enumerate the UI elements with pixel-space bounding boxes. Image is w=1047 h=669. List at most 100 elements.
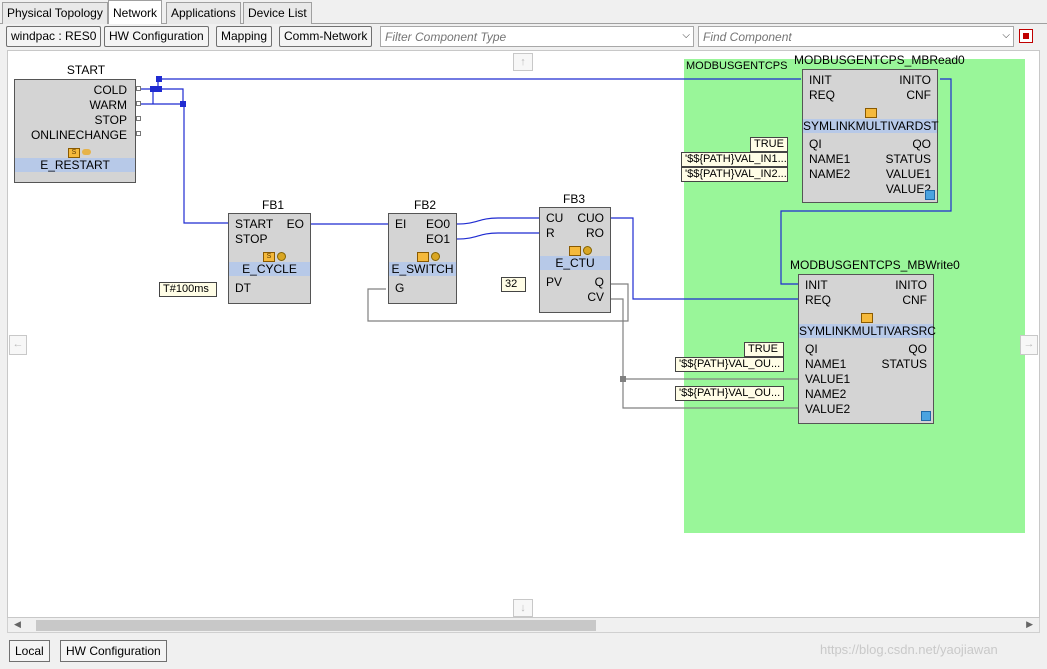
pin-ei[interactable]: EI <box>395 217 406 231</box>
block-instance-name: FB2 <box>413 198 436 212</box>
pin-dt[interactable]: DT <box>235 281 251 295</box>
tab-physical-topology[interactable]: Physical Topology <box>2 2 108 24</box>
scrollbar-thumb[interactable] <box>36 620 596 631</box>
gear-icon <box>277 252 286 261</box>
scroll-left-arrow-icon[interactable]: ◀ <box>14 619 21 630</box>
pin-status[interactable]: STATUS <box>881 357 927 371</box>
symlink-multivar-src-block[interactable]: INIT REQ INITO CNF SYMLINKMULTIVARSRC QI… <box>798 274 936 424</box>
g-adapter-icon <box>865 108 877 118</box>
pin-status[interactable]: STATUS <box>885 152 931 166</box>
chevron-down-icon[interactable]: ⌵ <box>682 30 690 41</box>
block-instance-name: FB1 <box>261 198 284 212</box>
block-type-name: E_SWITCH <box>389 262 456 276</box>
e-switch-block[interactable]: EI EO0 EO1 E_SWITCH G <box>388 213 457 304</box>
pin-cu[interactable]: CU <box>546 211 563 225</box>
pin-value1[interactable]: VALUE1 <box>805 372 850 386</box>
comm-network-button[interactable]: Comm-Network <box>279 26 373 47</box>
pin-g[interactable]: G <box>395 281 404 295</box>
pin-value1[interactable]: VALUE1 <box>886 167 931 181</box>
pin-cold[interactable]: COLD <box>94 83 127 97</box>
pin-stop[interactable]: STOP <box>235 232 267 246</box>
gear-icon <box>583 246 592 255</box>
param-name2-value[interactable]: '$${PATH}VAL_IN2... <box>681 167 788 182</box>
pin-eo[interactable]: EO <box>287 217 304 231</box>
pin-req[interactable]: REQ <box>805 293 831 307</box>
pin-start[interactable]: START <box>235 217 273 231</box>
scroll-right-arrow-icon[interactable]: ▶ <box>1026 619 1033 630</box>
pin-pv[interactable]: PV <box>546 275 562 289</box>
pin-value2[interactable]: VALUE2 <box>805 402 850 416</box>
pin-qo[interactable]: QO <box>912 137 931 151</box>
pin-name1[interactable]: NAME1 <box>809 152 850 166</box>
block-type-name: SYMLINKMULTIVARDST <box>803 119 939 133</box>
param-qi-value[interactable]: TRUE <box>750 137 788 152</box>
tab-device-list[interactable]: Device List <box>243 2 312 24</box>
block-instance-name: FB3 <box>562 192 585 206</box>
event-out-port[interactable] <box>136 116 141 121</box>
horizontal-scrollbar[interactable]: ◀ ▶ <box>7 618 1040 633</box>
hw-configuration-button[interactable]: HW Configuration <box>104 26 209 47</box>
event-wire-cuo-req <box>611 217 799 300</box>
pin-cv[interactable]: CV <box>587 290 604 304</box>
pin-r[interactable]: R <box>546 226 555 240</box>
filter-component-type-combo[interactable]: ⌵ <box>380 26 694 47</box>
event-out-port[interactable] <box>136 101 141 106</box>
param-qi-value[interactable]: TRUE <box>744 342 784 357</box>
pin-warm[interactable]: WARM <box>89 98 127 112</box>
resource-button[interactable]: windpac : RES0 <box>6 26 102 47</box>
tab-hw-configuration[interactable]: HW Configuration <box>60 640 167 662</box>
pin-name1[interactable]: NAME1 <box>805 357 846 371</box>
tab-local[interactable]: Local <box>9 640 50 662</box>
pin-cuo[interactable]: CUO <box>577 211 604 225</box>
chevron-down-icon[interactable]: ⌵ <box>1002 30 1010 41</box>
block-instance-name: MODBUSGENTCPS_MBRead0 <box>794 53 965 67</box>
param-pv-value[interactable]: 32 <box>501 277 526 292</box>
pin-eo0[interactable]: EO0 <box>426 217 450 231</box>
pin-qi[interactable]: QI <box>805 342 818 356</box>
block-instance-name: MODBUSGENTCPS_MBWrite0 <box>790 258 960 272</box>
pin-stop[interactable]: STOP <box>95 113 127 127</box>
filter-component-type-input[interactable] <box>381 27 673 46</box>
block-type-name: E_RESTART <box>15 158 135 172</box>
event-wire-eo1-r <box>456 232 539 240</box>
e-cycle-block[interactable]: START STOP EO S E_CYCLE DT <box>228 213 311 304</box>
pin-cnf[interactable]: CNF <box>906 88 931 102</box>
pin-q[interactable]: Q <box>595 275 604 289</box>
pin-qi[interactable]: QI <box>809 137 822 151</box>
pin-name2[interactable]: NAME2 <box>805 387 846 401</box>
param-name2-value[interactable]: '$${PATH}VAL_OU... <box>675 386 784 401</box>
event-out-port[interactable] <box>136 86 141 91</box>
pin-cnf[interactable]: CNF <box>902 293 927 307</box>
e-restart-block[interactable]: COLD WARM STOP ONLINECHANGE S E_RESTART <box>14 79 136 183</box>
symlink-multivar-dst-block[interactable]: INIT REQ INITO CNF SYMLINKMULTIVARDST QI… <box>802 69 939 203</box>
pin-qo[interactable]: QO <box>908 342 927 356</box>
pin-req[interactable]: REQ <box>809 88 835 102</box>
mapping-button[interactable]: Mapping <box>216 26 273 47</box>
block-type-name: E_CTU <box>540 256 610 270</box>
tab-network[interactable]: Network <box>108 0 163 25</box>
param-name1-value[interactable]: '$${PATH}VAL_IN1... <box>681 152 788 167</box>
event-wire-eo0-cu <box>456 217 539 225</box>
event-out-port[interactable] <box>136 131 141 136</box>
event-wire-warm-start <box>139 103 228 224</box>
param-name1-value[interactable]: '$${PATH}VAL_OU... <box>675 357 784 372</box>
pin-inito[interactable]: INITO <box>895 278 927 292</box>
close-view-icon[interactable] <box>1019 29 1033 43</box>
find-component-input[interactable] <box>699 27 993 46</box>
find-component-combo[interactable]: ⌵ <box>698 26 1014 47</box>
pin-init[interactable]: INIT <box>809 73 832 87</box>
network-canvas[interactable]: MODBUSGENTCPS ↑ ↓ ← → START COLD WARM ST… <box>7 50 1040 618</box>
tab-applications[interactable]: Applications <box>166 2 241 24</box>
top-tab-strip: Physical Topology Network Applications D… <box>0 0 1047 25</box>
pin-init[interactable]: INIT <box>805 278 828 292</box>
s-service-icon <box>569 246 581 256</box>
pin-inito[interactable]: INITO <box>899 73 931 87</box>
pin-ro[interactable]: RO <box>586 226 604 240</box>
e-ctu-block[interactable]: CU R CUO RO E_CTU PV Q CV <box>539 207 611 313</box>
block-type-name: SYMLINKMULTIVARSRC <box>799 324 936 338</box>
g-adapter-icon <box>861 313 873 323</box>
pin-eo1[interactable]: EO1 <box>426 232 450 246</box>
pin-onlinechange[interactable]: ONLINECHANGE <box>31 128 127 142</box>
pin-name2[interactable]: NAME2 <box>809 167 850 181</box>
param-dt-value[interactable]: T#100ms <box>159 282 217 297</box>
